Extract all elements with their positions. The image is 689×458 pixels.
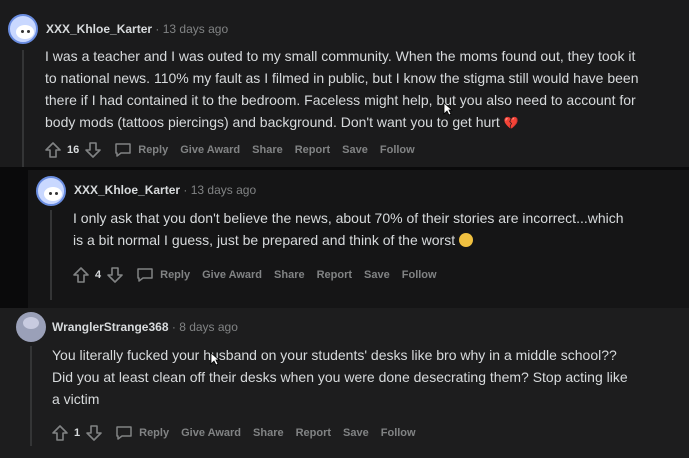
comment-meta: XXX_Khloe_Karter · 13 days ago: [46, 22, 228, 36]
grimace-emoji-icon: [459, 233, 473, 247]
timestamp[interactable]: 8 days ago: [179, 320, 238, 334]
upvote-icon[interactable]: [44, 141, 62, 159]
report-button[interactable]: Report: [296, 427, 331, 439]
separator: ·: [155, 22, 160, 36]
separator: ·: [171, 320, 176, 334]
comment-line: Did you at least clean off their desks w…: [52, 369, 628, 385]
username[interactable]: XXX_Khloe_Karter: [46, 22, 152, 36]
comment-body: I only ask that you don't believe the ne…: [73, 207, 685, 251]
share-button[interactable]: Share: [253, 427, 284, 439]
downvote-icon[interactable]: [84, 141, 102, 159]
comment-line: to national news. 110% my fault as I fil…: [45, 70, 639, 86]
timestamp[interactable]: 13 days ago: [191, 183, 256, 197]
vote-controls: 4: [72, 266, 124, 284]
reply-button[interactable]: Reply: [136, 267, 190, 283]
comment-bubble-icon: [116, 426, 132, 440]
comment-body: I was a teacher and I was outed to my sm…: [45, 45, 685, 134]
vote-controls: 1: [51, 424, 103, 442]
share-button[interactable]: Share: [274, 269, 305, 281]
follow-button[interactable]: Follow: [402, 269, 437, 281]
reply-label: Reply: [160, 269, 191, 281]
save-button[interactable]: Save: [364, 269, 390, 281]
vote-controls: 16: [44, 141, 102, 159]
username[interactable]: WranglerStrange368: [52, 320, 169, 334]
report-button[interactable]: Report: [295, 144, 330, 156]
vote-count: 16: [67, 144, 80, 156]
comment-actions: 16 Reply Give Award Share Report Save Fo…: [44, 141, 415, 159]
upvote-icon[interactable]: [72, 266, 90, 284]
thread-line[interactable]: [30, 346, 32, 446]
follow-button[interactable]: Follow: [380, 144, 415, 156]
reply-button[interactable]: Reply: [115, 425, 169, 441]
comment-meta: WranglerStrange368 · 8 days ago: [52, 320, 238, 334]
follow-button[interactable]: Follow: [381, 427, 416, 439]
mouse-cursor-icon: [210, 352, 220, 366]
comment-line: You literally fucked your husband on you…: [52, 347, 617, 363]
comment-line: I was a teacher and I was outed to my sm…: [45, 48, 636, 64]
comment-line: I only ask that you don't believe the ne…: [73, 210, 624, 226]
comment-line: is a bit normal I guess, just be prepare…: [73, 229, 685, 251]
upvote-icon[interactable]: [51, 424, 69, 442]
broken-heart-icon: 💔: [503, 116, 519, 130]
comment-actions: 4 Reply Give Award Share Report Save Fol…: [72, 266, 437, 284]
comment-line-text: is a bit normal I guess, just be prepare…: [73, 232, 456, 248]
avatar[interactable]: [16, 312, 46, 342]
downvote-icon[interactable]: [85, 424, 103, 442]
give-award-button[interactable]: Give Award: [202, 269, 262, 281]
comment-bubble-icon: [115, 143, 131, 157]
comment-meta: XXX_Khloe_Karter · 13 days ago: [74, 183, 256, 197]
share-button[interactable]: Share: [252, 144, 283, 156]
comment-bubble-icon: [137, 268, 153, 282]
username[interactable]: XXX_Khloe_Karter: [74, 183, 180, 197]
comment-actions: 1 Reply Give Award Share Report Save Fol…: [51, 424, 416, 442]
comment-line: a victim: [52, 391, 100, 407]
mouse-cursor-icon: [443, 102, 453, 116]
give-award-button[interactable]: Give Award: [180, 144, 240, 156]
vote-count: 4: [95, 269, 102, 281]
save-button[interactable]: Save: [342, 144, 368, 156]
avatar[interactable]: [8, 14, 38, 44]
avatar[interactable]: [36, 176, 66, 206]
comment-body: You literally fucked your husband on you…: [52, 344, 686, 410]
reply-button[interactable]: Reply: [114, 142, 168, 158]
thread-line[interactable]: [50, 210, 52, 300]
timestamp[interactable]: 13 days ago: [163, 22, 228, 36]
reply-label: Reply: [138, 144, 169, 156]
comment-line: there if I had contained it to the bedro…: [45, 92, 636, 108]
give-award-button[interactable]: Give Award: [181, 427, 241, 439]
comment-line: body mods (tattoos piercings) and backgr…: [45, 111, 685, 134]
vote-count: 1: [74, 427, 81, 439]
comment-line-text: body mods (tattoos piercings) and backgr…: [45, 114, 500, 130]
report-button[interactable]: Report: [317, 269, 352, 281]
thread-line[interactable]: [22, 50, 24, 167]
downvote-icon[interactable]: [106, 266, 124, 284]
save-button[interactable]: Save: [343, 427, 369, 439]
reply-label: Reply: [139, 427, 170, 439]
separator: ·: [183, 183, 188, 197]
